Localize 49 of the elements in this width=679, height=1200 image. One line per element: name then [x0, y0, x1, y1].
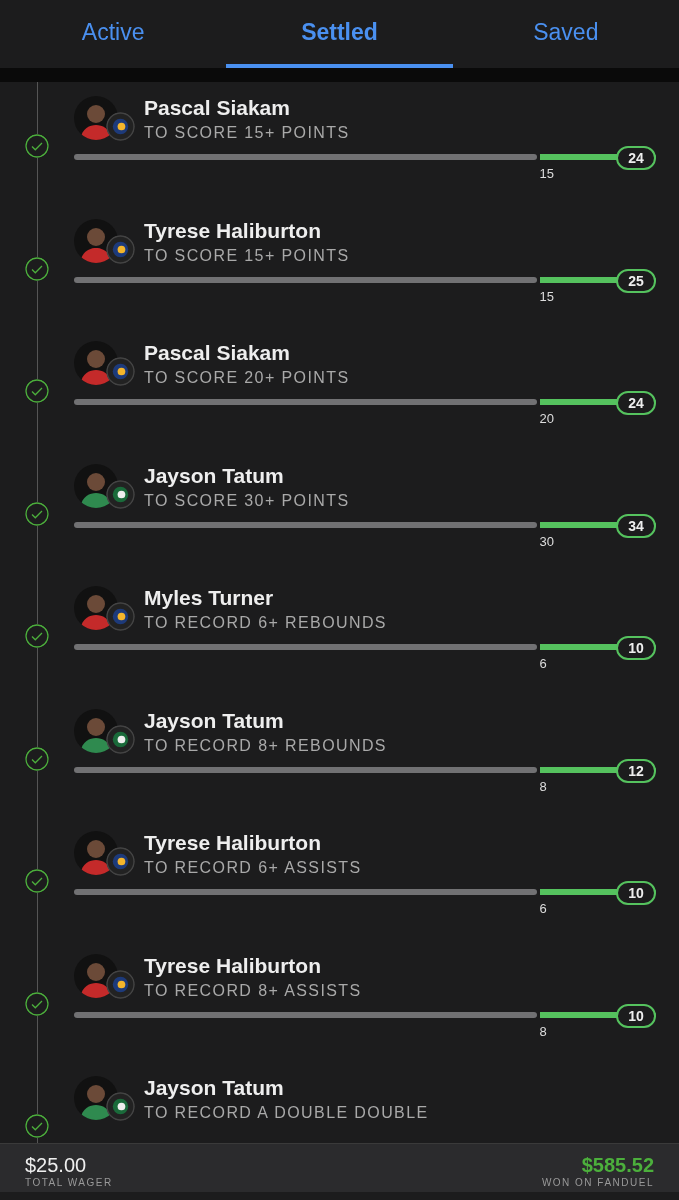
player-name: Pascal Siakam — [144, 341, 291, 365]
tab[interactable]: Saved — [452, 0, 679, 68]
wager-amount: $25.00 — [25, 1154, 87, 1177]
result-value: 24 — [616, 391, 656, 415]
player-name: Jayson Tatum — [144, 1076, 285, 1100]
market-text: TO SCORE 20+ POINTS — [144, 369, 350, 387]
team-logo-icon — [106, 234, 135, 264]
line-value: 15 — [539, 166, 555, 181]
player-name: Tyrese Haliburton — [144, 953, 322, 978]
line-value: 6 — [539, 901, 547, 916]
market-text: TO SCORE 15+ POINTS — [144, 124, 350, 142]
team-logo-icon — [106, 602, 135, 631]
player-name: Pascal Siakam — [144, 96, 291, 120]
wager-label: TOTAL WAGER — [25, 1177, 113, 1188]
line-value: 8 — [539, 778, 547, 794]
result-value: 10 — [616, 881, 656, 905]
result-value: 12 — [616, 758, 656, 783]
team-logo-icon — [106, 112, 135, 141]
line-value: 15 — [539, 288, 555, 304]
result-value: 10 — [616, 636, 656, 660]
player-name: Jayson Tatum — [144, 463, 285, 488]
result-value: 25 — [616, 268, 656, 293]
team-logo-icon — [106, 969, 135, 999]
player-name: Tyrese Haliburton — [144, 831, 322, 855]
market-text: TO RECORD 8+ REBOUNDS — [144, 736, 387, 755]
player-name: Jayson Tatum — [144, 708, 285, 733]
line-value: 30 — [539, 533, 555, 549]
market-text: TO RECORD A DOUBLE DOUBLE — [144, 1104, 429, 1122]
market-text: TO RECORD 8+ ASSISTS — [144, 981, 362, 1000]
team-logo-icon — [106, 479, 135, 509]
tab[interactable]: Active — [0, 0, 227, 68]
team-logo-icon — [106, 1092, 135, 1121]
market-text: TO SCORE 30+ POINTS — [144, 491, 350, 510]
winnings-amount: $585.52 — [581, 1154, 654, 1177]
market-text: TO RECORD 6+ REBOUNDS — [144, 614, 387, 632]
line-value: 20 — [539, 411, 555, 426]
line-value: 6 — [539, 656, 547, 671]
team-logo-icon — [106, 357, 135, 386]
result-value: 34 — [616, 513, 656, 538]
winnings-label: WON ON FANDUEL — [541, 1177, 654, 1188]
market-text: TO SCORE 15+ POINTS — [144, 246, 350, 265]
market-text: TO RECORD 6+ ASSISTS — [144, 859, 362, 877]
result-value: 10 — [616, 1003, 656, 1028]
player-name: Myles Turner — [144, 586, 275, 610]
team-logo-icon — [106, 847, 135, 876]
team-logo-icon — [106, 724, 135, 754]
line-value: 8 — [539, 1023, 547, 1039]
player-name: Tyrese Haliburton — [144, 218, 322, 243]
result-value: 24 — [616, 146, 656, 170]
